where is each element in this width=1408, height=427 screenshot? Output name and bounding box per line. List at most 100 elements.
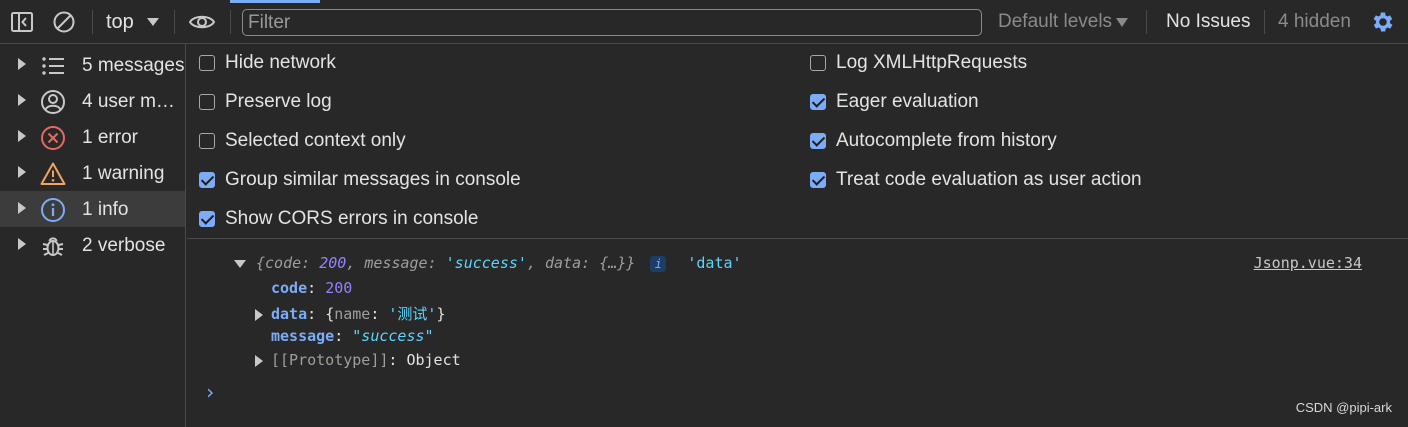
setting-log-xhr[interactable]: Log XMLHttpRequests	[810, 50, 1027, 76]
issues-label: No Issues	[1166, 11, 1251, 32]
expand-arrow-icon	[18, 130, 26, 142]
watermark: CSDN @pipi-ark	[1295, 400, 1392, 415]
console-sidebar: 5 messages 4 user messages 1 error 1 war…	[0, 44, 186, 427]
warning-icon	[40, 162, 66, 185]
setting-show-cors-errors[interactable]: Show CORS errors in console	[199, 206, 478, 232]
collapse-arrow-icon[interactable]	[234, 259, 246, 268]
colon: :	[427, 254, 446, 272]
preview-key: name	[334, 305, 371, 323]
prop-key: data	[271, 305, 308, 323]
filter-input[interactable]	[242, 9, 982, 36]
hidden-count-label: 4 hidden	[1278, 11, 1351, 32]
checkbox[interactable]	[199, 172, 215, 188]
comma: ,	[346, 254, 365, 272]
setting-group-similar[interactable]: Group similar messages in console	[199, 167, 521, 193]
sidebar-item-warnings[interactable]: 1 warning	[0, 155, 185, 191]
sidebar-item-label: 1 info	[82, 199, 129, 220]
comma: ,	[526, 254, 545, 272]
setting-treat-eval-user-action[interactable]: Treat code evaluation as user action	[810, 167, 1142, 193]
setting-autocomplete-history[interactable]: Autocomplete from history	[810, 128, 1057, 154]
checkbox[interactable]	[810, 55, 826, 71]
prop-key: message	[271, 327, 335, 345]
error-icon	[41, 126, 65, 150]
info-badge-icon[interactable]: i	[650, 255, 667, 272]
source-link[interactable]: Jsonp.vue:34	[1254, 254, 1362, 272]
prop-value: 200	[325, 279, 353, 297]
prop-message-row: message: "success"	[271, 327, 434, 345]
summary-message-value: 'success'	[445, 254, 527, 272]
eye-icon	[188, 15, 216, 29]
colon: :	[370, 305, 389, 323]
setting-label: Autocomplete from history	[836, 130, 1057, 151]
checkbox[interactable]	[199, 94, 215, 110]
setting-selected-context-only[interactable]: Selected context only	[199, 128, 406, 154]
sidebar-item-errors[interactable]: 1 error	[0, 119, 185, 155]
checkbox[interactable]	[199, 133, 215, 149]
toolbar-divider	[230, 10, 231, 34]
checkbox[interactable]	[810, 172, 826, 188]
summary-data-value: {…}	[599, 254, 627, 272]
issues-button[interactable]: No Issues	[1166, 0, 1250, 44]
setting-eager-evaluation[interactable]: Eager evaluation	[810, 89, 979, 115]
sidebar-item-verbose[interactable]: 2 verbose	[0, 227, 185, 263]
expand-arrow-icon	[18, 202, 26, 214]
setting-label: Show CORS errors in console	[225, 208, 479, 229]
log-levels-dropdown[interactable]: Default levels	[998, 0, 1129, 44]
console-prompt[interactable]: ›	[204, 380, 216, 404]
prop-data-row[interactable]: data: {name: '测试'}	[255, 303, 446, 324]
gear-icon	[1373, 12, 1393, 32]
sidebar-item-label: 1 warning	[82, 163, 165, 184]
chevron-down-icon	[1116, 17, 1129, 27]
console-settings-button[interactable]	[1370, 0, 1396, 44]
log-levels-label: Default levels	[998, 11, 1113, 32]
colon: :	[581, 254, 600, 272]
object-open-brace: {	[256, 254, 266, 272]
expand-arrow-icon[interactable]	[255, 354, 263, 367]
list-icon	[42, 57, 64, 75]
object-close-brace: }	[626, 254, 636, 272]
checkbox[interactable]	[810, 94, 826, 110]
summary-code-value: 200	[319, 254, 347, 272]
checkbox[interactable]	[199, 211, 215, 227]
colon: :	[301, 254, 320, 272]
setting-preserve-log[interactable]: Preserve log	[199, 89, 332, 115]
brace: {	[325, 305, 335, 323]
preview-value: '测试'	[388, 305, 437, 323]
sidebar-item-info[interactable]: 1 info	[0, 191, 185, 227]
toolbar-divider	[1264, 10, 1265, 34]
bug-icon	[42, 237, 64, 256]
setting-label: Group similar messages in console	[225, 169, 521, 190]
live-expression-button[interactable]	[188, 0, 216, 44]
context-label: top	[106, 10, 134, 33]
setting-label: Preserve log	[225, 91, 332, 112]
sidebar-item-user-messages[interactable]: 4 user messages	[0, 83, 185, 119]
setting-label: Hide network	[225, 52, 336, 73]
checkbox[interactable]	[199, 55, 215, 71]
colon: :	[307, 305, 326, 323]
log-entry-summary[interactable]: {code: 200, message: 'success', data: {……	[234, 254, 742, 272]
summary-data-key: data	[545, 254, 582, 272]
toolbar-divider	[174, 10, 175, 34]
active-tab-indicator	[230, 0, 320, 3]
setting-label: Eager evaluation	[836, 91, 979, 112]
summary-message-key: message	[364, 254, 428, 272]
sidebar-item-label: 5 messages	[82, 55, 185, 76]
clear-console-button[interactable]	[52, 0, 76, 44]
expand-arrow-icon	[18, 94, 26, 106]
sidebar-item-messages[interactable]: 5 messages	[0, 47, 185, 83]
clear-icon	[53, 11, 75, 33]
console-settings-pane: Hide network Preserve log Selected conte…	[187, 44, 1408, 239]
sidebar-toggle-icon	[11, 12, 33, 32]
info-icon	[41, 198, 65, 222]
sidebar-toggle-button[interactable]	[10, 0, 34, 44]
prop-value: Object	[406, 351, 461, 369]
checkbox[interactable]	[810, 133, 826, 149]
expand-arrow-icon[interactable]	[255, 308, 263, 321]
setting-hide-network[interactable]: Hide network	[199, 50, 336, 76]
colon: :	[388, 351, 407, 369]
context-selector[interactable]: top	[106, 0, 160, 44]
setting-label: Selected context only	[225, 130, 406, 151]
prop-prototype-row[interactable]: [[Prototype]]: Object	[255, 351, 461, 369]
prop-code-row: code: 200	[271, 279, 352, 297]
user-icon	[41, 90, 65, 114]
